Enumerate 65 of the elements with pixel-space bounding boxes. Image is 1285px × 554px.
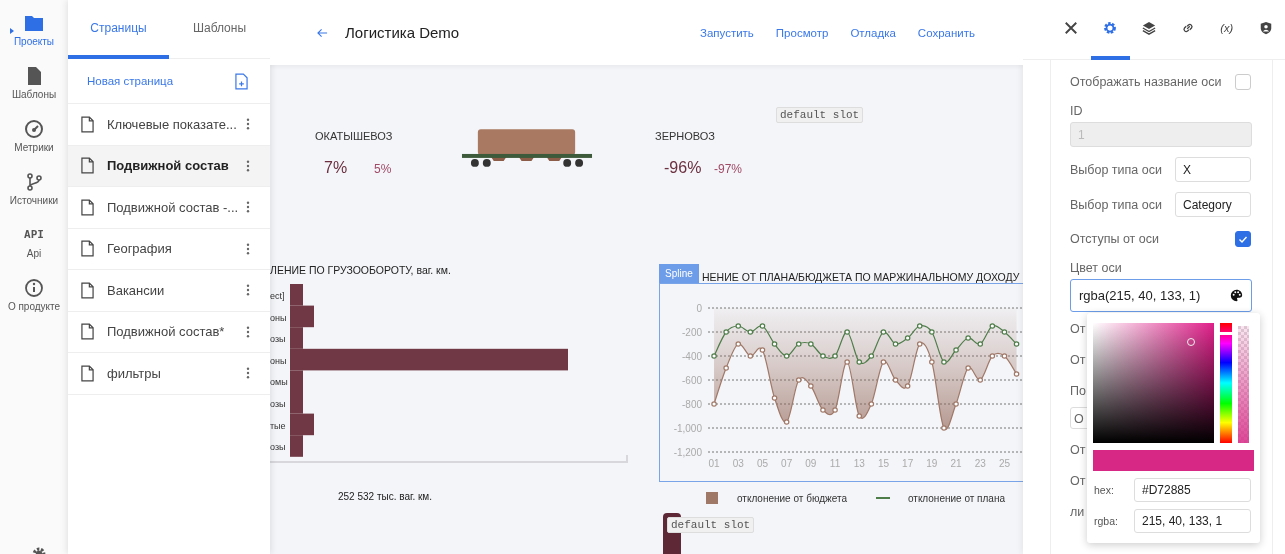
bar-category-label: оны [270,311,288,325]
kpi-value: -96% [664,159,703,177]
field-label: От [1070,322,1086,337]
legend-label: отклонение от бюджета [737,492,847,504]
field-label: ID [1070,104,1084,118]
field-label: Выбор типа оси [1070,162,1162,177]
page-name: Подвижной состав -... [107,199,240,215]
page-title: Логистика Demo [345,24,460,41]
chart-caption: 252 532 тыс. ваг. км. [338,491,433,502]
hex-label: hex: [1093,484,1115,496]
field-label: От [1070,443,1086,458]
page-name: фильтры [107,365,162,381]
bar-category-label: омы [270,376,288,390]
api-icon: API [24,226,44,244]
y-axis-label: -800 [682,399,702,410]
x-axis-label: 09 [805,458,817,469]
field-label: От [1070,474,1086,489]
bar-category-label: озы [270,333,287,347]
bar-category-label: ect] [270,290,286,303]
y-axis-label: -600 [682,375,702,386]
page-name: Вакансии [107,282,166,298]
y-axis-label: -1,200 [673,447,702,458]
field-label: Отображать название оси [1070,75,1222,89]
y-axis-label: -400 [682,351,702,362]
x-axis-label: 21 [950,458,962,469]
x-axis-label: 05 [756,458,768,469]
page-name: Подвижной состав* [107,324,226,340]
default-slot-label: default slot [667,517,755,533]
y-axis-label: -200 [682,327,702,338]
field-label: ли [1070,505,1085,520]
kpi-label: ЗЕРНОВОЗ [655,130,716,142]
chart-title: ЛЕНИЕ ПО ГРУЗООБОРОТУ, ваг. км. [270,264,451,276]
kpi-secondary-value: -97% [714,162,742,176]
page-name: География [107,241,173,257]
y-axis-label: -1,000 [673,423,702,434]
bar-category-label: оны [270,354,288,368]
y-axis-label: 0 [696,303,702,314]
default-slot-label: default slot [776,107,864,123]
field-label: Цвет оси [1070,261,1123,275]
bar-category-label: тые [270,419,287,433]
x-axis-label: 19 [926,458,938,469]
page-name: Подвижной состав [107,158,230,174]
field-label: По [1070,384,1086,399]
x-axis-label: 23 [974,458,986,469]
kpi-label: ОКАТЫШЕВОЗ [315,130,393,142]
chart-title: НЕНИЕ ОТ ПЛАНА/БЮДЖЕТА ПО МАРЖИНАЛЬНОМУ ДОХОДУ [702,271,1020,283]
x-axis-label: 17 [902,458,914,469]
x-axis-label: 07 [781,458,793,469]
field-label: От [1070,353,1086,368]
field-label: Отступы от оси [1070,232,1159,246]
kpi-secondary-value: 5% [374,162,392,176]
x-axis-label: 25 [998,458,1010,469]
legend-label: отклонение от плана [907,492,1005,504]
chart-type-tag: Spline [659,264,699,283]
x-axis-label: 15 [877,458,889,469]
field-label: Выбор типа оси [1070,197,1162,212]
x-axis-label: 03 [732,458,744,469]
x-axis-label: 13 [853,458,865,469]
x-axis-label: 11 [829,458,841,469]
page-name: Ключевые показате... [107,116,238,132]
rgba-label: rgba: [1093,515,1119,527]
x-axis-label: 01 [708,458,720,469]
kpi-value: 7% [324,159,349,177]
bar-category-label: озы [270,397,287,411]
bar-category-label: озы [270,441,287,455]
